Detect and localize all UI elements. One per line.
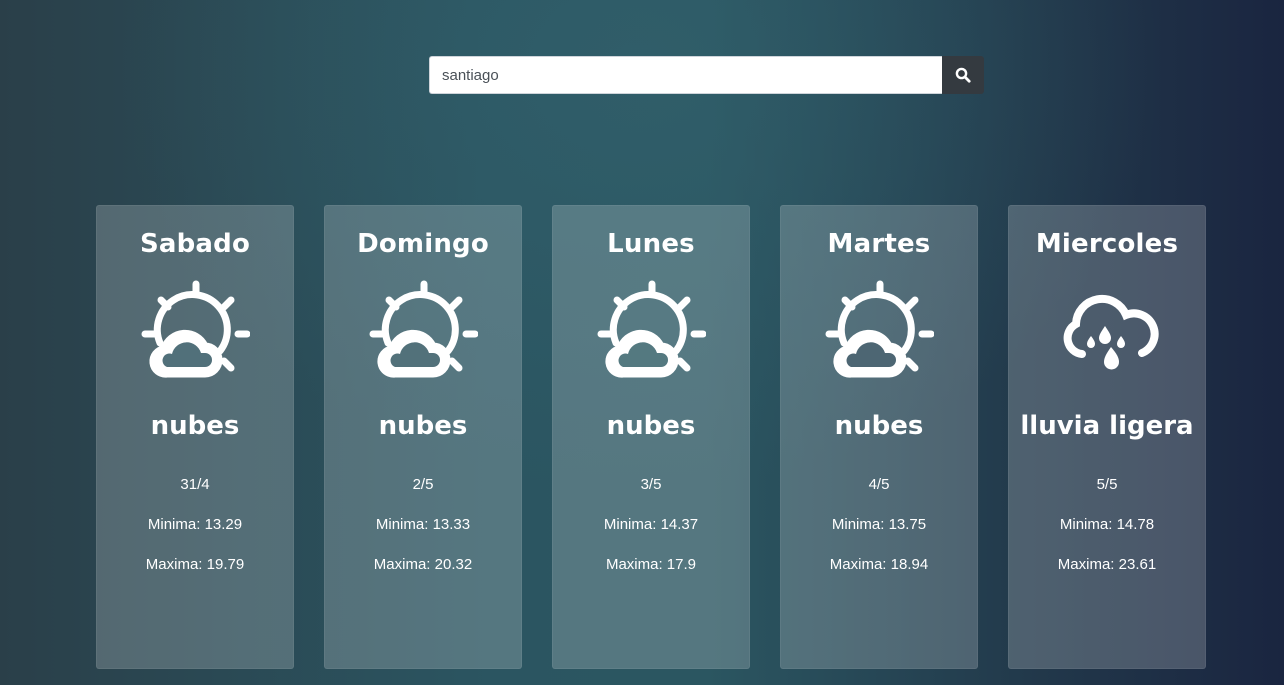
- max-temperature: Maxima: 23.61: [1057, 556, 1157, 573]
- day-name: Martes: [827, 229, 931, 259]
- forecast-date: 4/5: [868, 476, 890, 493]
- search-input[interactable]: [429, 56, 942, 94]
- forecast-card: Sabado nubes 31/4 Minima: 13.29 Maxima: …: [96, 205, 294, 669]
- max-temperature: Maxima: 19.79: [145, 556, 245, 573]
- day-name: Miercoles: [1035, 229, 1179, 259]
- forecast-date: 5/5: [1096, 476, 1118, 493]
- search-icon: [955, 67, 971, 83]
- rain-cloud-icon: [1063, 295, 1159, 370]
- weather-description: nubes: [606, 411, 696, 441]
- max-temperature: Maxima: 20.32: [373, 556, 473, 573]
- partly-cloudy-icon: [597, 280, 706, 378]
- forecast-card: Martes nubes 4/5 Minima: 13.75 Maxima: 1…: [780, 205, 978, 669]
- forecast-card: Miercoles lluvia ligera 5/5 Minima: 14.7…: [1008, 205, 1206, 669]
- max-temperature: Maxima: 18.94: [829, 556, 929, 573]
- min-temperature: Minima: 13.75: [831, 516, 927, 533]
- forecast-date: 2/5: [412, 476, 434, 493]
- min-temperature: Minima: 14.37: [603, 516, 699, 533]
- forecast-card: Lunes nubes 3/5 Minima: 14.37 Maxima: 17…: [552, 205, 750, 669]
- day-name: Sabado: [139, 229, 251, 259]
- day-name: Lunes: [607, 229, 695, 259]
- partly-cloudy-icon: [369, 280, 478, 378]
- weather-description: nubes: [834, 411, 924, 441]
- min-temperature: Minima: 13.33: [375, 516, 471, 533]
- partly-cloudy-icon: [141, 280, 250, 378]
- weather-description: nubes: [378, 411, 468, 441]
- forecast-card: Domingo nubes 2/5 Minima: 13.33 Maxima: …: [324, 205, 522, 669]
- search-button[interactable]: [942, 56, 984, 94]
- forecast-date: 3/5: [640, 476, 662, 493]
- weather-description: lluvia ligera: [1020, 411, 1194, 441]
- day-name: Domingo: [357, 229, 489, 259]
- partly-cloudy-icon: [825, 280, 934, 378]
- weather-description: nubes: [150, 411, 240, 441]
- forecast-list: Sabado nubes 31/4 Minima: 13.29 Maxima: …: [96, 205, 1206, 669]
- max-temperature: Maxima: 17.9: [605, 556, 697, 573]
- min-temperature: Minima: 14.78: [1059, 516, 1155, 533]
- min-temperature: Minima: 13.29: [147, 516, 243, 533]
- search-bar: [429, 56, 984, 94]
- forecast-date: 31/4: [180, 476, 210, 493]
